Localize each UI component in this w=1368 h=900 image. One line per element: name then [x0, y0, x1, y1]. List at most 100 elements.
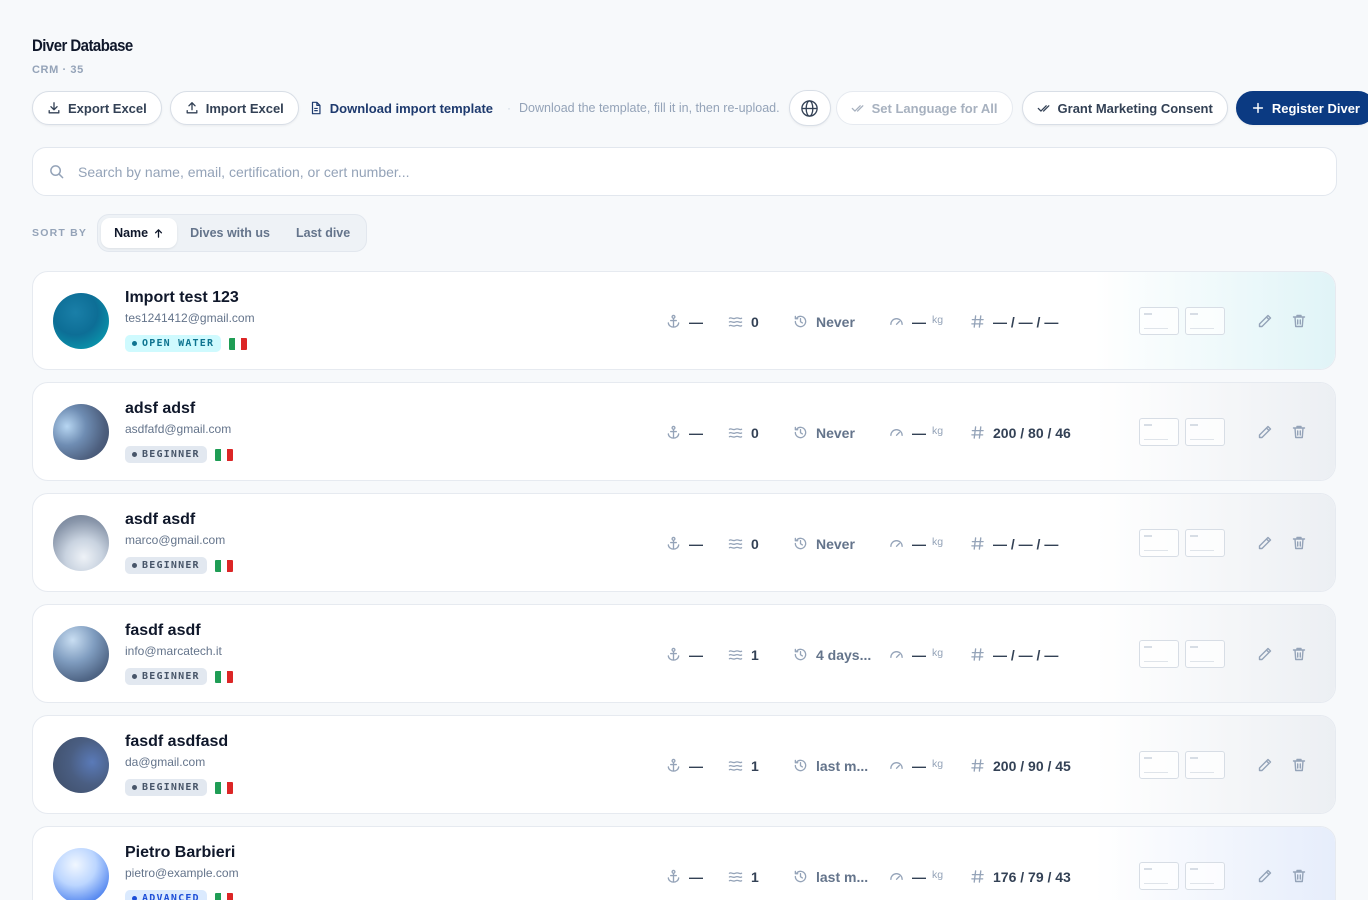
sort-option-label: Last dive	[296, 226, 351, 240]
edit-pencil-icon[interactable]	[1257, 646, 1273, 662]
stat-weight: — kg	[889, 827, 943, 900]
search-input[interactable]	[78, 163, 1278, 180]
diver-email: tes1241412@gmail.com	[125, 311, 255, 325]
document-back-thumbnail[interactable]	[1185, 307, 1225, 335]
document-back-thumbnail[interactable]	[1185, 418, 1225, 446]
download-template-link[interactable]: Download import template	[303, 91, 499, 125]
trash-icon[interactable]	[1291, 313, 1307, 329]
hash-icon	[971, 648, 984, 661]
diver-name: asdf asdf	[125, 511, 196, 528]
avatar	[53, 293, 109, 349]
last-dive-value: 4 days...	[816, 646, 872, 663]
badge-row: OPEN WATER	[125, 335, 248, 352]
download-icon	[48, 102, 60, 114]
set-language-all-button[interactable]: Set Language for All	[835, 91, 1013, 125]
anchor-icon	[667, 425, 680, 439]
grant-consent-button[interactable]: Grant Marketing Consent	[1021, 91, 1228, 125]
dives-value: 0	[751, 313, 759, 330]
trash-icon[interactable]	[1291, 646, 1307, 662]
document-front-thumbnail[interactable]	[1139, 529, 1179, 557]
dives-value: 1	[751, 868, 759, 885]
weight-unit: kg	[932, 868, 944, 881]
dives-value: 0	[751, 424, 759, 441]
badge-row: ADVANCED	[125, 890, 233, 900]
document-back-thumbnail[interactable]	[1185, 862, 1225, 890]
diver-name: Pietro Barbieri	[125, 844, 236, 861]
waves-icon	[728, 761, 743, 771]
edit-pencil-icon[interactable]	[1257, 424, 1273, 440]
sort-option-dives[interactable]: Dives with us	[177, 218, 283, 248]
edit-pencil-icon[interactable]	[1257, 757, 1273, 773]
weight-value: —	[912, 535, 926, 552]
diver-card[interactable]: adsf adsf asdfafd@gmail.com BEGINNER — 0…	[32, 382, 1336, 481]
waves-icon	[728, 317, 743, 327]
page-title: Diver Database	[32, 36, 133, 55]
diver-card[interactable]: Pietro Barbieri pietro@example.com ADVAN…	[32, 826, 1336, 900]
cert-label: BEGINNER	[142, 560, 200, 571]
trash-icon[interactable]	[1291, 424, 1307, 440]
last-dive-value: Never	[816, 424, 855, 441]
edit-pencil-icon[interactable]	[1257, 535, 1273, 551]
weight-value: —	[912, 757, 926, 774]
cert-label: BEGINNER	[142, 449, 200, 460]
edit-pencil-icon[interactable]	[1257, 868, 1273, 884]
document-front-thumbnail[interactable]	[1139, 751, 1179, 779]
numbers-value: 200 / 80 / 46	[993, 424, 1071, 441]
language-button[interactable]	[788, 90, 831, 126]
avatar	[53, 515, 109, 571]
cert-label: ADVANCED	[142, 893, 200, 900]
document-back-thumbnail[interactable]	[1185, 529, 1225, 557]
stat-last-dive: Never	[793, 383, 855, 480]
anchor-icon	[667, 314, 680, 328]
last-dive-value: Never	[816, 535, 855, 552]
cert-badge: BEGINNER	[125, 557, 207, 574]
document-back-thumbnail[interactable]	[1185, 751, 1225, 779]
stat-anchor: —	[666, 272, 703, 369]
badge-dot	[132, 674, 137, 679]
import-excel-button[interactable]: Import Excel	[169, 91, 299, 125]
weight-value: —	[912, 424, 926, 441]
trash-icon[interactable]	[1291, 535, 1307, 551]
document-front-thumbnail[interactable]	[1139, 862, 1179, 890]
export-excel-button[interactable]: Export Excel	[32, 91, 162, 125]
trash-icon[interactable]	[1291, 757, 1307, 773]
waves-icon	[728, 539, 743, 549]
document-front-thumbnail[interactable]	[1139, 307, 1179, 335]
gauge-icon	[890, 651, 903, 658]
sort-option-name[interactable]: Name	[101, 218, 178, 248]
waves-icon	[728, 650, 743, 660]
diver-card[interactable]: Import test 123 tes1241412@gmail.com OPE…	[32, 271, 1336, 370]
anchor-value: —	[689, 757, 703, 774]
diver-card[interactable]: fasdf asdf info@marcatech.it BEGINNER — …	[32, 604, 1336, 703]
diver-card[interactable]: fasdf asdfasd da@gmail.com BEGINNER — 1 …	[32, 715, 1336, 814]
diver-card[interactable]: asdf asdf marco@gmail.com BEGINNER — 0 N…	[32, 493, 1336, 592]
stat-dives: 1	[728, 827, 759, 900]
sort-option-last-dive[interactable]: Last dive	[283, 218, 363, 248]
weight-value: —	[912, 646, 926, 663]
anchor-value: —	[689, 313, 703, 330]
document-back-thumbnail[interactable]	[1185, 640, 1225, 668]
stat-last-dive: last m...	[793, 716, 868, 813]
diver-name: fasdf asdfasd	[125, 733, 229, 750]
stat-numbers: 200 / 90 / 45	[970, 716, 1071, 813]
search-box	[32, 147, 1337, 196]
globe-icon	[801, 99, 818, 117]
plus-icon	[1252, 102, 1263, 114]
stat-numbers: 200 / 80 / 46	[970, 383, 1071, 480]
cert-badge: BEGINNER	[125, 779, 207, 796]
diver-email: pietro@example.com	[125, 866, 239, 880]
anchor-icon	[667, 647, 680, 661]
stat-numbers: 176 / 79 / 43	[970, 827, 1071, 900]
document-front-thumbnail[interactable]	[1139, 640, 1179, 668]
gauge-icon	[890, 318, 903, 325]
stat-anchor: —	[666, 383, 703, 480]
stat-last-dive: 4 days...	[793, 605, 872, 702]
dives-value: 1	[751, 757, 759, 774]
stat-dives: 1	[728, 716, 759, 813]
stat-numbers: — / — / —	[970, 605, 1058, 702]
edit-pencil-icon[interactable]	[1257, 313, 1273, 329]
register-diver-button[interactable]: Register Diver	[1235, 91, 1368, 125]
waves-icon	[728, 428, 743, 438]
trash-icon[interactable]	[1291, 868, 1307, 884]
document-front-thumbnail[interactable]	[1139, 418, 1179, 446]
